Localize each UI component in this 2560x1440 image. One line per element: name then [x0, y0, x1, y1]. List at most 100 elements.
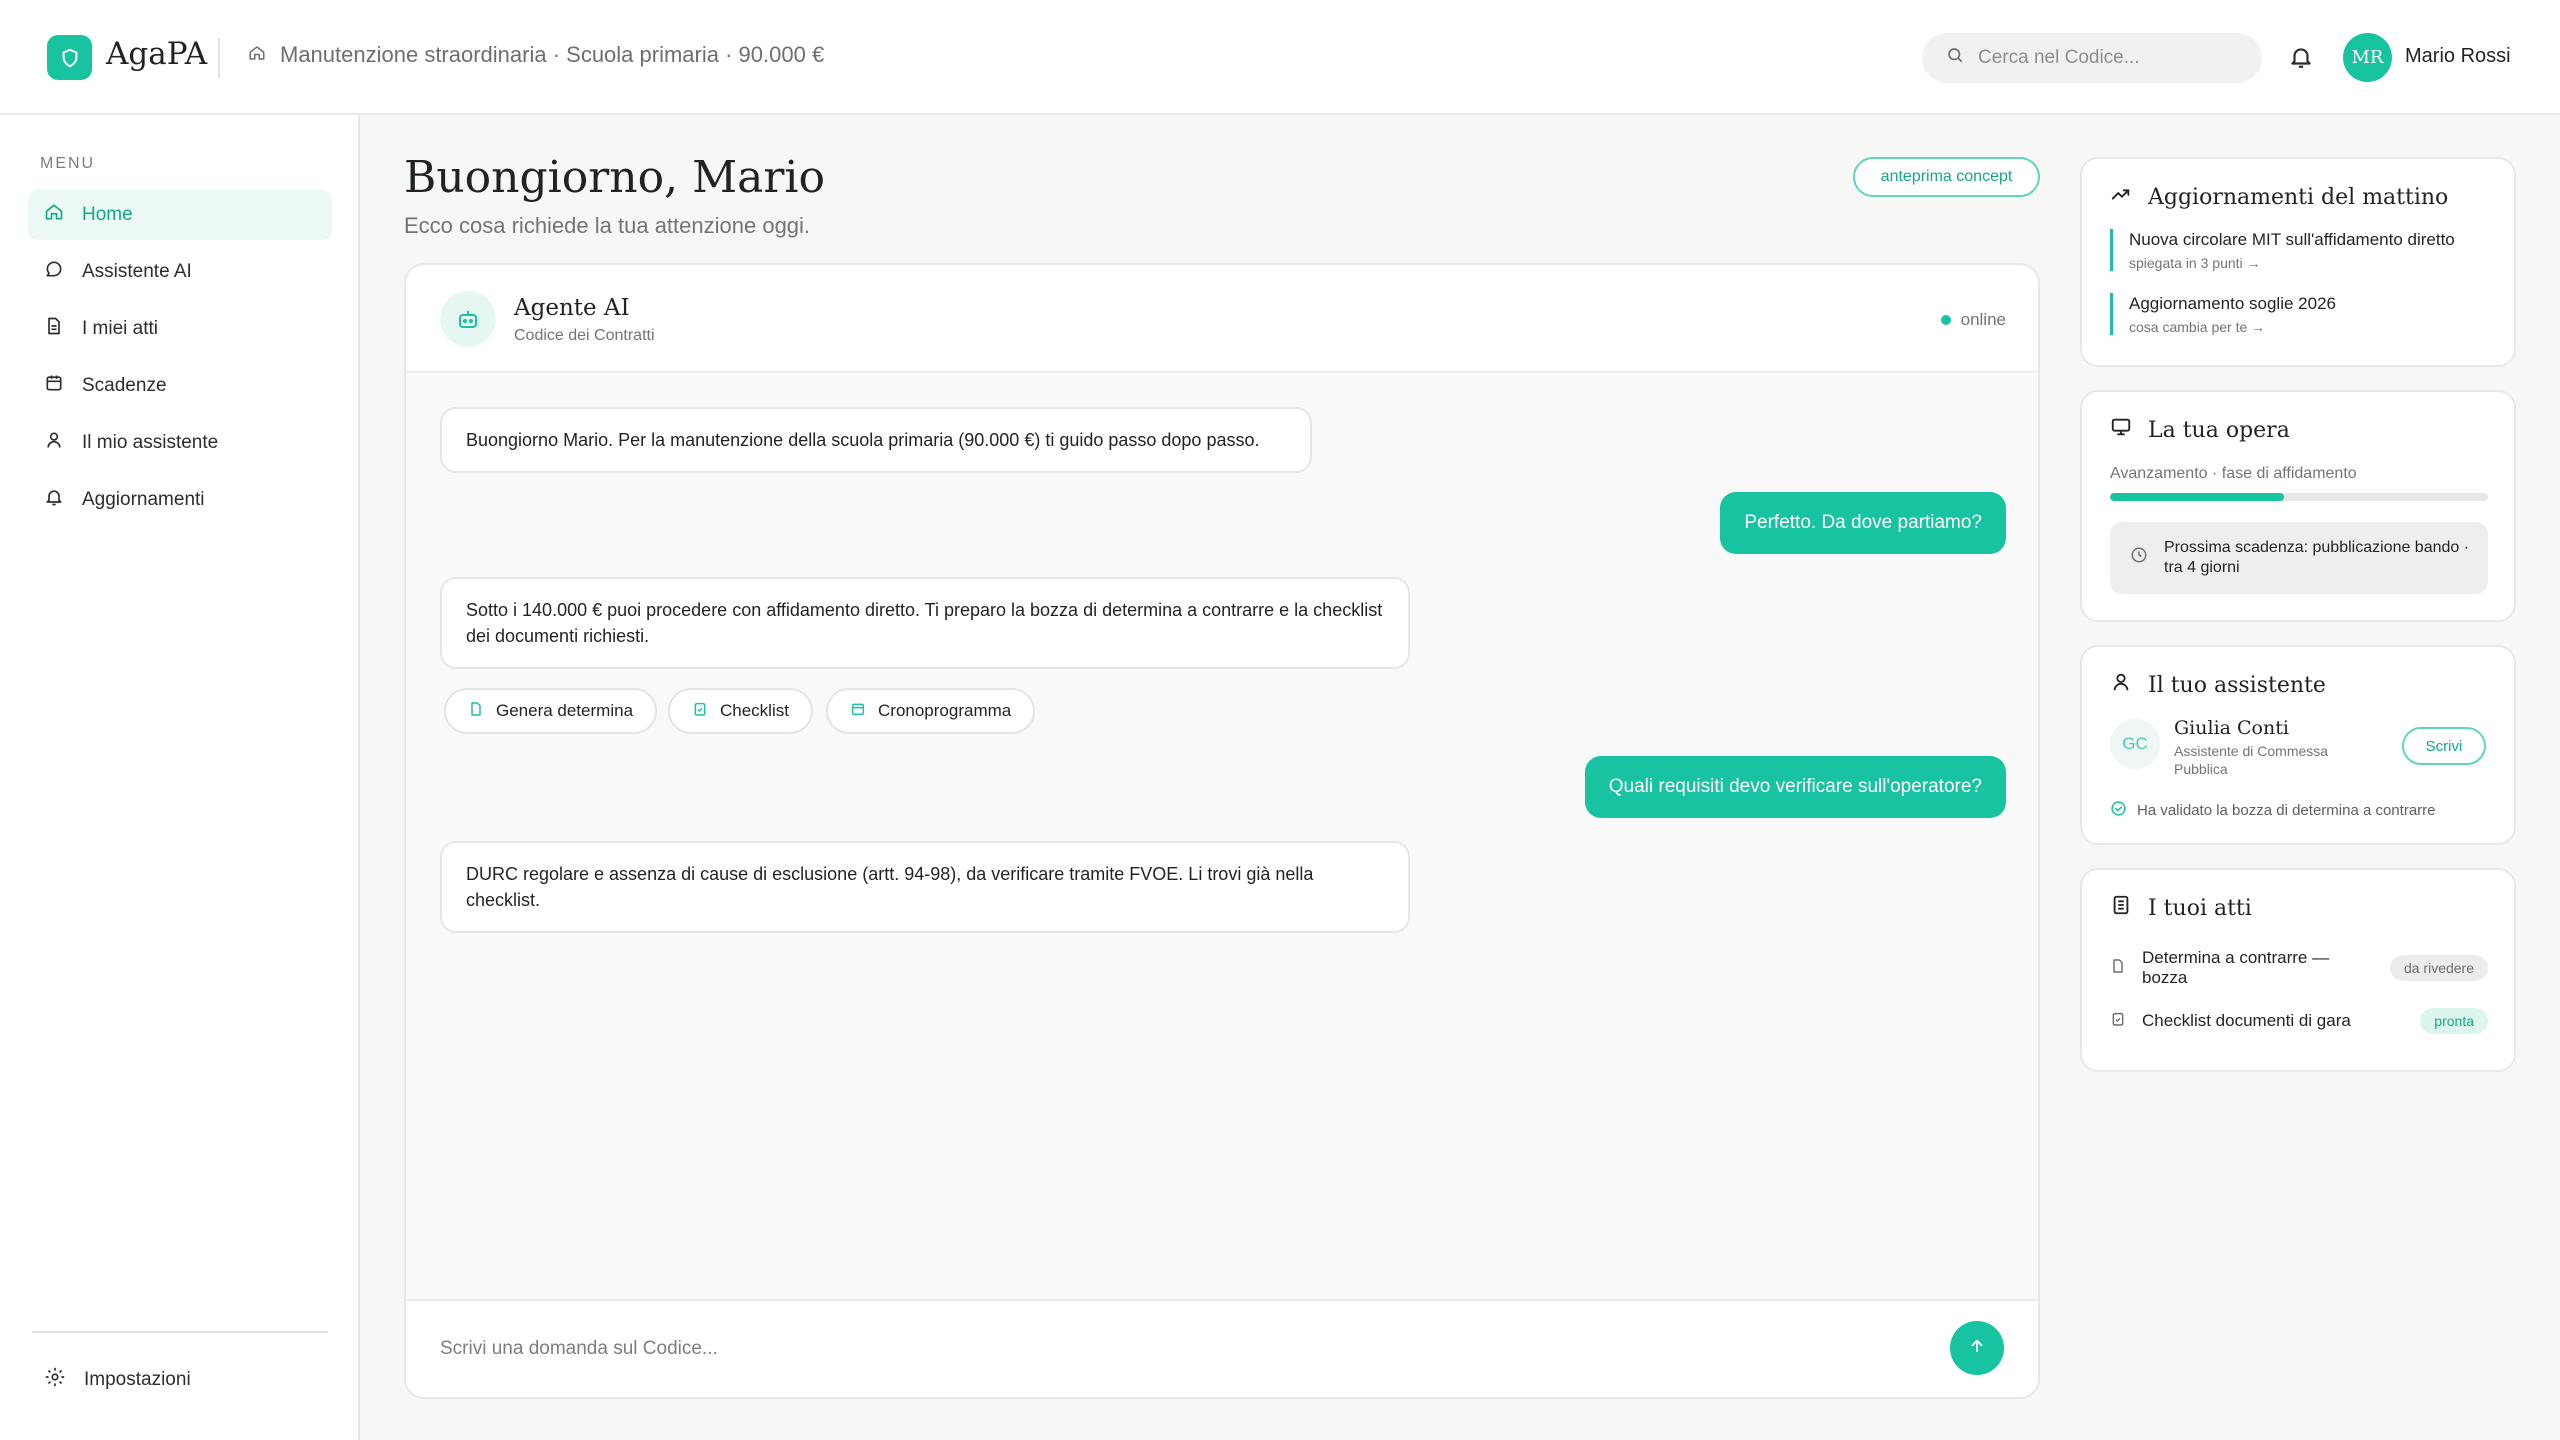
- update-title: Nuova circolare MIT sull'affidamento dir…: [2129, 230, 2455, 249]
- chat-input-bar: [406, 1299, 2038, 1397]
- update-link[interactable]: cosa cambia per te →: [2129, 319, 2336, 335]
- sidebar: MENU Home Assistente AI I miei atti Scad…: [0, 115, 360, 1440]
- update-title: Aggiornamento soglie 2026: [2129, 294, 2336, 313]
- online-dot: [1940, 315, 1951, 325]
- act-name: Checklist documenti di gara: [2142, 1011, 2351, 1030]
- validation-text: Ha validato la bozza di determina a cont…: [2137, 802, 2436, 819]
- ai-message: Buongiorno Mario. Per la manutenzione de…: [440, 407, 1312, 473]
- chip-label: Checklist: [720, 701, 789, 720]
- assistant-role: Assistente di Commessa Pubblica: [2174, 743, 2329, 777]
- ai-message: DURC regolare e assenza di cause di escl…: [440, 841, 1410, 933]
- generate-determina-button[interactable]: Genera determina: [444, 688, 658, 734]
- card-title-text: La tua opera: [2148, 417, 2290, 443]
- home-icon: [248, 42, 266, 68]
- bell-icon[interactable]: [2288, 43, 2314, 76]
- agent-subtitle: Codice dei Contratti: [514, 327, 655, 344]
- robot-icon: [440, 291, 496, 347]
- sidebar-item-label: Home: [82, 204, 133, 225]
- search-bar[interactable]: Cerca nel Codice...: [1922, 33, 2262, 83]
- sidebar-item-mio-assistente[interactable]: Il mio assistente: [28, 418, 332, 468]
- ai-message: Sotto i 140.000 € puoi procedere con aff…: [440, 577, 1410, 669]
- card-title-text: I tuoi atti: [2148, 895, 2252, 921]
- card-title: La tua opera: [2110, 416, 2290, 444]
- sidebar-item-scadenze[interactable]: Scadenze: [28, 361, 332, 411]
- arrow-up-icon: [1968, 1337, 1986, 1360]
- card-title-text: Il tuo assistente: [2148, 672, 2326, 698]
- chat-header: Agente AI Codice dei Contratti online: [406, 265, 2038, 373]
- avatar[interactable]: MR: [2343, 33, 2392, 82]
- divider: [218, 38, 220, 78]
- cronoprogramma-button[interactable]: Cronoprogramma: [826, 688, 1036, 734]
- checklist-button[interactable]: Checklist: [668, 688, 813, 734]
- chat-input[interactable]: [440, 1329, 1940, 1369]
- progress-fill: [2110, 493, 2284, 501]
- progress-bar: [2110, 493, 2488, 501]
- work-card: La tua opera Avanzamento · fase di affid…: [2080, 390, 2516, 622]
- assistant-avatar: GC: [2110, 719, 2160, 769]
- assistant-card: Il tuo assistente GC Giulia Conti Assist…: [2080, 645, 2516, 845]
- sidebar-item-aggiornamenti[interactable]: Aggiornamenti: [28, 475, 332, 525]
- user-message: Perfetto. Da dove partiamo?: [1720, 492, 2006, 554]
- chat-icon: [44, 259, 64, 285]
- concept-badge: anteprima concept: [1853, 157, 2040, 197]
- deadline-box[interactable]: Prossima scadenza: pubblicazione bando ·…: [2110, 522, 2488, 594]
- trending-up-icon: [2110, 183, 2132, 211]
- user-icon: [44, 430, 64, 456]
- sidebar-item-label: Impostazioni: [84, 1369, 191, 1390]
- sidebar-item-label: Assistente AI: [82, 261, 192, 282]
- breadcrumb[interactable]: Manutenzione straordinaria · Scuola prim…: [248, 42, 824, 68]
- status-indicator: online: [1940, 310, 2006, 330]
- chat-messages[interactable]: Buongiorno Mario. Per la manutenzione de…: [406, 375, 2038, 1303]
- sidebar-item-assistente-ai[interactable]: Assistente AI: [28, 247, 332, 297]
- document-icon: [468, 701, 484, 722]
- card-title: I tuoi atti: [2110, 894, 2252, 922]
- status-badge: da rivedere: [2389, 955, 2488, 981]
- user-message: Quali requisiti devo verificare sull'ope…: [1584, 756, 2006, 818]
- chip-label: Genera determina: [496, 701, 634, 720]
- card-title: Aggiornamenti del mattino: [2110, 183, 2448, 211]
- search-placeholder: Cerca nel Codice...: [1978, 47, 2140, 68]
- status-badge: pronta: [2420, 1008, 2488, 1034]
- document-icon: [44, 316, 64, 342]
- update-link[interactable]: spiegata in 3 punti →: [2129, 255, 2455, 271]
- chat-panel: Agente AI Codice dei Contratti online Bu…: [404, 263, 2040, 1399]
- chip-label: Cronoprogramma: [878, 701, 1012, 720]
- calendar-icon: [44, 373, 64, 399]
- user-name[interactable]: Mario Rossi: [2405, 45, 2511, 68]
- checklist-icon: [2110, 1011, 2126, 1032]
- home-icon: [44, 202, 64, 228]
- checklist-icon: [692, 701, 708, 722]
- sidebar-item-impostazioni[interactable]: Impostazioni: [28, 1355, 332, 1405]
- divider: [32, 1331, 328, 1333]
- app-name[interactable]: AgaPA: [106, 36, 207, 72]
- assistant-name: Giulia Conti: [2174, 717, 2289, 739]
- acts-card: I tuoi atti Determina a contrarre — bozz…: [2080, 868, 2516, 1072]
- send-button[interactable]: [1950, 1321, 2004, 1375]
- document-list-icon: [2110, 894, 2132, 922]
- logo-icon[interactable]: [47, 35, 92, 80]
- act-row[interactable]: Checklist documenti di gara pronta: [2110, 1008, 2488, 1034]
- check-circle-icon: [2110, 800, 2127, 821]
- agent-name: Agente AI: [514, 295, 630, 321]
- user-icon: [2110, 671, 2132, 699]
- card-title-text: Aggiornamenti del mattino: [2148, 184, 2449, 210]
- breadcrumb-text: Manutenzione straordinaria · Scuola prim…: [280, 42, 825, 67]
- gear-icon: [44, 1366, 66, 1394]
- sidebar-item-label: I miei atti: [82, 318, 159, 339]
- update-item[interactable]: Aggiornamento soglie 2026 cosa cambia pe…: [2110, 293, 2336, 335]
- card-title: Il tuo assistente: [2110, 671, 2326, 699]
- status-text: online: [1960, 310, 2006, 329]
- settings-nav: Impostazioni: [28, 1355, 332, 1412]
- sidebar-item-miei-atti[interactable]: I miei atti: [28, 304, 332, 354]
- sidebar-nav: Home Assistente AI I miei atti Scadenze …: [28, 190, 332, 532]
- write-button[interactable]: Scrivi: [2402, 727, 2486, 765]
- sidebar-item-home[interactable]: Home: [28, 190, 332, 240]
- deadline-text: Prossima scadenza: pubblicazione bando ·…: [2164, 539, 2470, 576]
- menu-label: MENU: [40, 155, 96, 172]
- act-row[interactable]: Determina a contrarre — bozza da riveder…: [2110, 948, 2488, 988]
- top-bar: AgaPA Manutenzione straordinaria · Scuol…: [0, 0, 2560, 115]
- updates-card: Aggiornamenti del mattino Nuova circolar…: [2080, 157, 2516, 367]
- calendar-icon: [850, 701, 866, 722]
- page-title: Buongiorno, Mario: [404, 152, 825, 203]
- update-item[interactable]: Nuova circolare MIT sull'affidamento dir…: [2110, 229, 2455, 271]
